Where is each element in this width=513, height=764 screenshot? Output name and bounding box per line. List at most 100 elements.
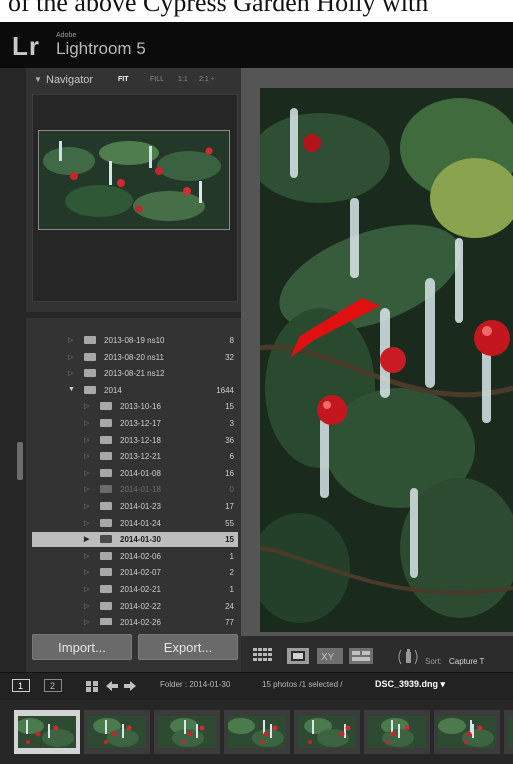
disclosure-collapsed-icon[interactable]: ▷: [84, 585, 89, 593]
filmstrip-filename[interactable]: DSC_3939.dng ▾: [375, 679, 445, 690]
arrow-right-icon[interactable]: [124, 681, 136, 691]
disclosure-collapsed-icon[interactable]: ▷: [84, 452, 89, 460]
sort-value[interactable]: Capture T: [449, 657, 484, 666]
filmstrip-thumbnail[interactable]: [294, 710, 360, 754]
folder-row[interactable]: ▷ 2013-08-19 ns10 8: [32, 333, 238, 348]
svg-text:XY: XY: [321, 652, 335, 663]
folder-row[interactable]: ▷ 2014-02-06 1: [32, 549, 238, 564]
folder-count: 15: [225, 402, 234, 412]
arrow-left-icon[interactable]: [106, 681, 118, 691]
disclosure-collapsed-icon[interactable]: ▷: [84, 469, 89, 477]
folder-row[interactable]: ▷ 2013-12-17 3: [32, 416, 238, 431]
secondary-monitor-icon[interactable]: 2: [44, 679, 62, 693]
disclosure-collapsed-icon[interactable]: ▷: [84, 419, 89, 427]
folder-count: 6: [229, 452, 234, 462]
thumbnail-image: [508, 716, 513, 748]
navigator-preview[interactable]: [38, 130, 230, 230]
survey-view-icon[interactable]: [349, 648, 373, 664]
loupe-view-icon[interactable]: [287, 648, 309, 664]
filmstrip-thumbnail[interactable]: [224, 710, 290, 754]
main-photo[interactable]: [260, 88, 513, 632]
folder-row[interactable]: ▷ 2013-08-21 ns12: [32, 366, 238, 381]
disclosure-collapsed-icon[interactable]: ▷: [84, 602, 89, 610]
folder-icon: [100, 568, 112, 577]
sort-label: Sort:: [425, 657, 442, 666]
filmstrip-thumbnail[interactable]: [14, 710, 80, 754]
folder-row[interactable]: ▷ 2014-01-08 16: [32, 466, 238, 481]
thumbnail-image: [18, 716, 76, 748]
folder-name: 2014-02-07: [120, 568, 161, 578]
folder-icon: [100, 435, 112, 444]
disclosure-expanded-icon[interactable]: ▼: [68, 386, 75, 393]
folder-row[interactable]: ▷ 2014-02-22 24: [32, 599, 238, 614]
disclosure-collapsed-icon[interactable]: ▷: [84, 618, 89, 625]
folder-row[interactable]: ▷ 2014-02-26 77: [32, 615, 238, 625]
disclosure-collapsed-icon[interactable]: ▷: [84, 485, 89, 493]
folder-icon: [84, 385, 96, 394]
spray-can-icon[interactable]: [397, 648, 419, 666]
folder-icon: [100, 601, 112, 610]
filmstrip: [0, 700, 513, 764]
folder-row[interactable]: ▷ 2013-10-16 15: [32, 399, 238, 414]
folder-row[interactable]: ▼ 2014 1644: [32, 383, 238, 398]
folder-row[interactable]: ▷ 2013-12-18 36: [32, 433, 238, 448]
primary-monitor-icon[interactable]: 1: [12, 679, 30, 693]
folder-icon: [100, 518, 112, 527]
folder-row[interactable]: ▶ 2014-01-30 15: [32, 532, 238, 548]
export-button[interactable]: Export...: [138, 634, 238, 660]
grid-view-icon[interactable]: [253, 648, 273, 662]
folder-name: 2013-12-21: [120, 452, 161, 462]
disclosure-collapsed-icon[interactable]: ▷: [84, 436, 89, 444]
folder-name: 2014-02-21: [120, 585, 161, 594]
disclosure-collapsed-icon[interactable]: ▷: [68, 353, 73, 361]
zoom-fill[interactable]: FILL: [150, 76, 164, 83]
folder-name: 2014-02-06: [120, 551, 161, 561]
disclosure-collapsed-icon[interactable]: ▷: [68, 369, 73, 377]
folder-icon: [100, 419, 112, 427]
folder-row[interactable]: ▷ 2014-02-07 2: [32, 565, 238, 580]
folder-row[interactable]: ▷ 2013-12-21 6: [32, 449, 238, 464]
filmstrip-thumbnail[interactable]: [154, 710, 220, 754]
disclosure-collapsed-icon[interactable]: ▷: [84, 502, 89, 510]
filmstrip-thumbnail[interactable]: [364, 710, 430, 754]
folder-count: 8: [229, 336, 234, 345]
folder-row[interactable]: ▷ 2014-01-18 0: [32, 482, 238, 497]
disclosure-collapsed-icon[interactable]: ▷: [84, 402, 89, 410]
disclosure-collapsed-icon[interactable]: ▶: [84, 535, 89, 543]
disclosure-collapsed-icon[interactable]: ▷: [84, 519, 89, 527]
filmstrip-folder-path: Folder : 2014-01-30: [160, 680, 231, 689]
folder-count: 1: [229, 551, 234, 561]
navigator-header[interactable]: ▼ Navigator FIT FILL 1:1 2:1 ÷: [30, 72, 239, 90]
folder-icon: [100, 452, 112, 461]
filmstrip-thumbnail[interactable]: [84, 710, 150, 754]
filmstrip-thumbnail[interactable]: [504, 710, 513, 754]
monitor-1-label: 1: [18, 681, 23, 691]
folder-row[interactable]: ▷ 2013-08-20 ns11 32: [32, 350, 238, 365]
folder-name: 2014-01-08: [120, 468, 161, 478]
left-panel-scrollbar-thumb[interactable]: [17, 442, 23, 480]
import-button[interactable]: Import...: [32, 634, 132, 660]
disclosure-collapsed-icon[interactable]: ▷: [84, 552, 89, 560]
folder-row[interactable]: ▷ 2014-01-24 55: [32, 516, 238, 531]
disclosure-collapsed-icon[interactable]: ▷: [68, 336, 73, 344]
folder-count: 55: [225, 518, 234, 528]
zoom-fit[interactable]: FIT: [118, 76, 129, 83]
grid-small-icon[interactable]: [86, 681, 98, 692]
folder-icon: [100, 502, 112, 510]
folder-row[interactable]: ▷ 2014-02-21 1: [32, 582, 238, 597]
folder-icon: [84, 336, 96, 344]
folder-row[interactable]: ▷ 2014-01-23 17: [32, 499, 238, 514]
folder-name: 2013-08-20 ns11: [104, 352, 164, 362]
folder-name: 2014-02-22: [120, 601, 161, 611]
monitor-2-label: 2: [50, 681, 55, 691]
zoom-2-1[interactable]: 2:1 ÷: [199, 76, 215, 83]
zoom-1-1[interactable]: 1:1: [178, 76, 188, 83]
disclosure-collapsed-icon[interactable]: ▷: [84, 568, 89, 576]
compare-view-icon[interactable]: XY: [317, 648, 343, 664]
caption-strip: of the above Cypress Garden Holly with: [0, 0, 513, 22]
identity-plate: Lr Adobe Lightroom 5: [0, 22, 513, 68]
collapse-triangle-icon[interactable]: ▼: [34, 75, 42, 84]
thumbnail-image: [438, 716, 496, 748]
filmstrip-thumbnail[interactable]: [434, 710, 500, 754]
folder-count: 24: [225, 601, 234, 611]
